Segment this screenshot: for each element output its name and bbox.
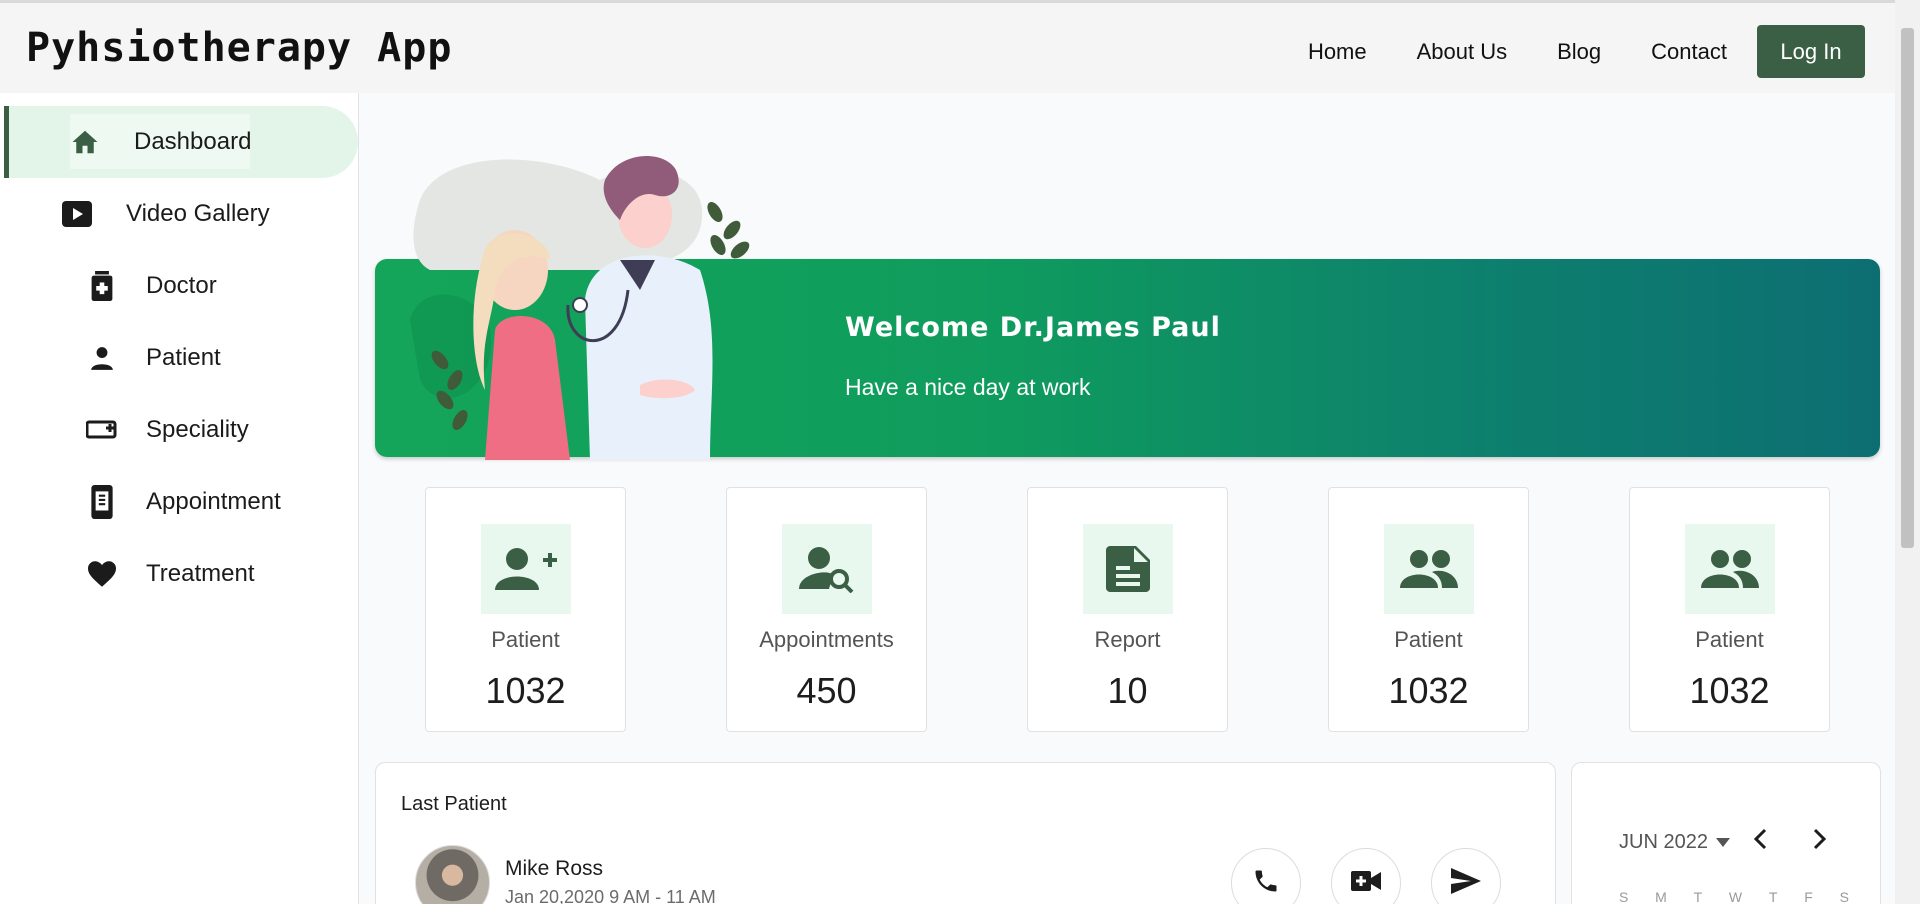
sidebar-item-label: Dashboard [134,128,252,155]
chevron-right-icon [1810,828,1830,855]
weekday-label: F [1804,889,1813,904]
sidebar-item-label: Patient [146,344,221,371]
nav-blog-link[interactable]: Blog [1557,39,1601,65]
stat-card-patient[interactable]: Patient 1032 [425,487,626,732]
stat-label: Patient [1394,627,1463,652]
sidebar-item-patient[interactable]: Patient [85,323,221,393]
sidebar-item-label: Appointment [146,488,281,515]
last-patient-panel: Last Patient Mike Ross Jan 20,2020 9 AM … [375,762,1556,904]
doctor-patient-illustration [410,156,750,460]
sidebar-item-label: Doctor [146,272,217,299]
calendar-weekdays: S M T W T F S [1619,889,1849,904]
phone-icon [1252,867,1280,900]
stat-label: Patient [1695,627,1764,652]
calendar-next-button[interactable] [1810,827,1830,856]
video-icon [1351,869,1381,898]
sidebar-item-appointment[interactable]: Appointment [85,467,281,537]
sidebar: Dashboard Video Gallery Doctor Patient S… [0,93,359,904]
home-icon [68,125,102,159]
stat-card-patient-2[interactable]: Patient 1032 [1328,487,1529,732]
stat-value: 1032 [485,670,566,711]
people-icon [1685,524,1775,614]
sidebar-item-label: Video Gallery [126,200,270,227]
scrollbar-thumb[interactable] [1901,28,1914,548]
sidebar-item-label: Speciality [146,416,249,443]
patient-appointment-time: Jan 20,2020 9 AM - 11 AM [505,887,716,904]
stat-card-patient-3[interactable]: Patient 1032 [1629,487,1830,732]
page-scrollbar[interactable] [1895,0,1920,904]
avatar [415,845,490,904]
stat-value: 1032 [1388,670,1469,711]
sidebar-item-label: Treatment [146,560,255,587]
weekday-label: T [1693,889,1703,904]
document-icon [1083,524,1173,614]
call-button[interactable] [1231,848,1301,904]
stat-value: 10 [1107,670,1148,711]
phone-calendar-icon [85,485,119,519]
stat-label: Appointments [759,627,894,652]
patient-name[interactable]: Mike Ross [505,857,603,881]
calendar-panel: JUN 2022 S M T W T F S [1571,762,1881,904]
welcome-heading: Welcome Dr.James Paul [845,312,1221,343]
nav-contact-link[interactable]: Contact [1651,39,1727,65]
weekday-label: S [1619,889,1629,904]
medical-kit-icon [85,269,119,303]
stat-value: 450 [796,670,857,711]
calendar-prev-button[interactable] [1750,827,1770,856]
nav-home-link[interactable]: Home [1308,39,1367,65]
stat-value: 1032 [1689,670,1770,711]
sidebar-item-speciality[interactable]: Speciality [85,395,249,465]
weekday-label: M [1655,889,1667,904]
sidebar-item-video-gallery[interactable]: Video Gallery [60,179,270,249]
nav-about-link[interactable]: About Us [1417,39,1508,65]
people-icon [1384,524,1474,614]
play-icon [60,197,94,231]
weekday-label: W [1728,889,1743,904]
welcome-subtitle: Have a nice day at work [845,374,1091,400]
send-icon [1451,867,1481,899]
weekday-label: S [1839,889,1849,904]
caret-down-icon [1715,831,1730,854]
person-search-icon [782,524,872,614]
main-nav: Home About Us Blog Contact Log In [1258,25,1865,78]
app-brand[interactable]: Pyhsiotherapy App [26,25,452,71]
calendar-month-select[interactable]: JUN 2022 [1619,831,1730,854]
chevron-left-icon [1750,828,1770,855]
stat-card-appointments[interactable]: Appointments 450 [726,487,927,732]
sidebar-item-dashboard[interactable]: Dashboard [68,107,251,177]
calendar-month-label: JUN 2022 [1619,831,1708,853]
sidebar-item-doctor[interactable]: Doctor [85,251,217,321]
send-message-button[interactable] [1431,848,1501,904]
card-add-icon [85,413,119,447]
video-call-button[interactable] [1331,848,1401,904]
login-button[interactable]: Log In [1757,25,1865,78]
person-add-icon [481,524,571,614]
stat-card-report[interactable]: Report 10 [1027,487,1228,732]
sidebar-item-treatment[interactable]: Treatment [85,539,254,609]
weekday-label: T [1768,889,1778,904]
panel-title: Last Patient [401,793,507,815]
stat-label: Patient [491,627,560,652]
stat-label: Report [1094,627,1161,652]
heart-icon [85,557,119,591]
person-icon [85,341,119,375]
top-navbar: Pyhsiotherapy App Home About Us Blog Con… [0,0,1920,93]
